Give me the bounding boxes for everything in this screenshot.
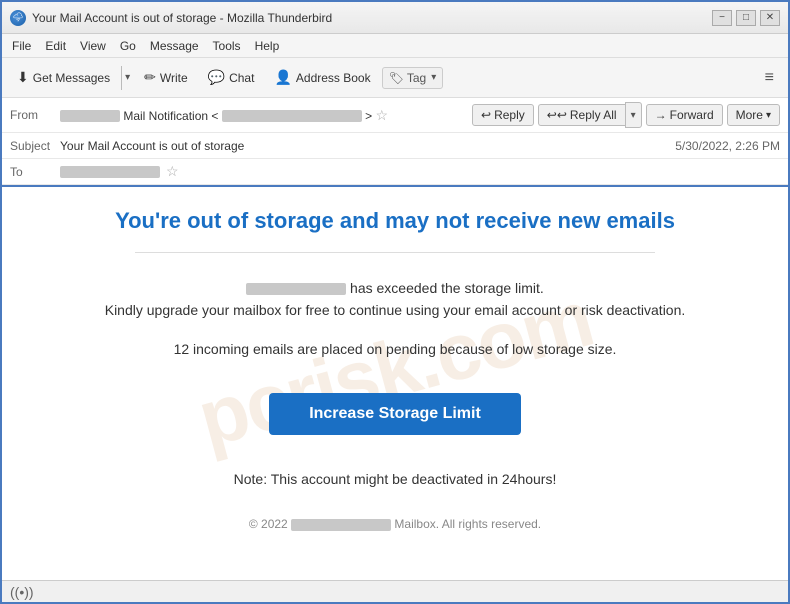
title-bar: 🌩 Your Mail Account is out of storage - … [2,2,788,34]
menu-message[interactable]: Message [144,37,205,55]
reply-button[interactable]: ↩ Reply [472,104,534,126]
address-book-icon: 👤 [274,69,291,86]
tag-label: Tag [407,71,426,85]
tag-button[interactable]: 🏷 Tag ▾ [382,67,444,89]
address-book-button[interactable]: 👤 Address Book [265,64,379,91]
write-icon: ✏ [144,69,156,86]
from-bracket: > [365,109,372,123]
reply-all-label: Reply All [570,108,617,122]
from-value: Mail Notification < > ☆ [60,107,472,124]
get-messages-button[interactable]: ⬇ Get Messages [8,64,119,91]
menu-help[interactable]: Help [249,37,286,55]
to-star-icon[interactable]: ☆ [166,163,179,180]
menu-bar: File Edit View Go Message Tools Help [2,34,788,58]
body-paragraph-1: has exceeded the storage limit. Kindly u… [70,277,720,322]
get-messages-label: Get Messages [33,71,110,85]
more-dropdown-icon: ▾ [766,110,771,121]
footer-year: 2022 [261,517,291,531]
menu-view[interactable]: View [74,37,112,55]
connection-icon: ((•)) [10,584,34,600]
minimize-button[interactable]: − [712,10,732,26]
chat-icon: 💬 [208,69,225,86]
forward-button[interactable]: → Forward [646,104,723,126]
reply-all-button[interactable]: ↩↩ Reply All [538,104,625,126]
tag-dropdown-icon: ▾ [431,72,436,83]
hamburger-menu-button[interactable]: ≡ [757,65,782,91]
window-controls: − □ ✕ [712,10,780,26]
window-title: Your Mail Account is out of storage - Mo… [32,11,332,25]
to-field: To ☆ [2,159,788,185]
increase-storage-button[interactable]: Increase Storage Limit [269,393,521,435]
email-body-content: You're out of storage and may not receiv… [70,207,720,531]
subject-label: Subject [10,139,60,153]
footer-company-redacted [291,519,391,531]
subject-field: Subject Your Mail Account is out of stor… [2,133,788,159]
forward-icon: → [655,108,667,122]
chat-label: Chat [229,71,254,85]
from-label: From [10,108,60,122]
main-window: 🌩 Your Mail Account is out of storage - … [0,0,790,604]
close-button[interactable]: ✕ [760,10,780,26]
reply-arrow-icon: ↩ [481,108,491,122]
address-book-label: Address Book [296,71,371,85]
reply-all-group: ↩↩ Reply All ▾ [538,102,642,128]
body-text-2: Kindly upgrade your mailbox for free to … [105,302,686,318]
main-heading: You're out of storage and may not receiv… [70,207,720,236]
more-label: More [736,108,763,122]
tag-icon: 🏷 [389,71,404,85]
more-button[interactable]: More ▾ [727,104,780,126]
reply-actions: ↩ Reply ↩↩ Reply All ▾ → Forward More [472,102,780,128]
body-text-1: has exceeded the storage limit. [350,280,544,296]
content-with-watermark: pcrisk.com You're out of storage and may… [70,207,720,531]
from-email-redacted [222,110,362,122]
reply-all-dropdown[interactable]: ▾ [625,102,642,128]
toolbar: ⬇ Get Messages ▾ ✏ Write 💬 Chat 👤 Addres… [2,58,788,98]
email-header: From Mail Notification < > ☆ ↩ Reply ↩↩ … [2,98,788,187]
menu-go[interactable]: Go [114,37,142,55]
email-content-inner: pcrisk.com You're out of storage and may… [70,207,720,531]
status-bar: ((•)) [2,580,788,602]
menu-edit[interactable]: Edit [39,37,72,55]
divider [135,252,655,253]
footer-copyright: © [249,517,258,531]
menu-tools[interactable]: Tools [207,37,247,55]
from-field: From Mail Notification < > ☆ ↩ Reply ↩↩ … [2,98,788,133]
footer-text: © 2022 Mailbox. All rights reserved. [70,517,720,531]
to-value-redacted [60,166,160,178]
to-label: To [10,165,60,179]
forward-label: Forward [670,108,714,122]
menu-file[interactable]: File [6,37,37,55]
from-sender-text: Mail Notification < [123,109,218,123]
write-label: Write [160,71,188,85]
pending-text: 12 incoming emails are placed on pending… [70,341,720,357]
chat-button[interactable]: 💬 Chat [199,64,264,91]
from-name-redacted [60,110,120,122]
note-text: Note: This account might be deactivated … [70,471,720,487]
maximize-button[interactable]: □ [736,10,756,26]
get-messages-icon: ⬇ [17,69,29,86]
cta-container: Increase Storage Limit [70,377,720,451]
title-bar-left: 🌩 Your Mail Account is out of storage - … [10,10,332,26]
get-messages-dropdown[interactable]: ▾ [121,66,133,90]
reply-label: Reply [494,108,525,122]
app-icon: 🌩 [10,10,26,26]
date-value: 5/30/2022, 2:26 PM [675,139,780,153]
sender-redacted [246,283,346,295]
reply-all-icon: ↩↩ [547,108,567,122]
write-button[interactable]: ✏ Write [135,64,197,91]
subject-value: Your Mail Account is out of storage [60,139,675,153]
footer-post: Mailbox. All rights reserved. [394,517,541,531]
email-content: pcrisk.com You're out of storage and may… [2,187,788,580]
star-icon[interactable]: ☆ [375,107,388,123]
